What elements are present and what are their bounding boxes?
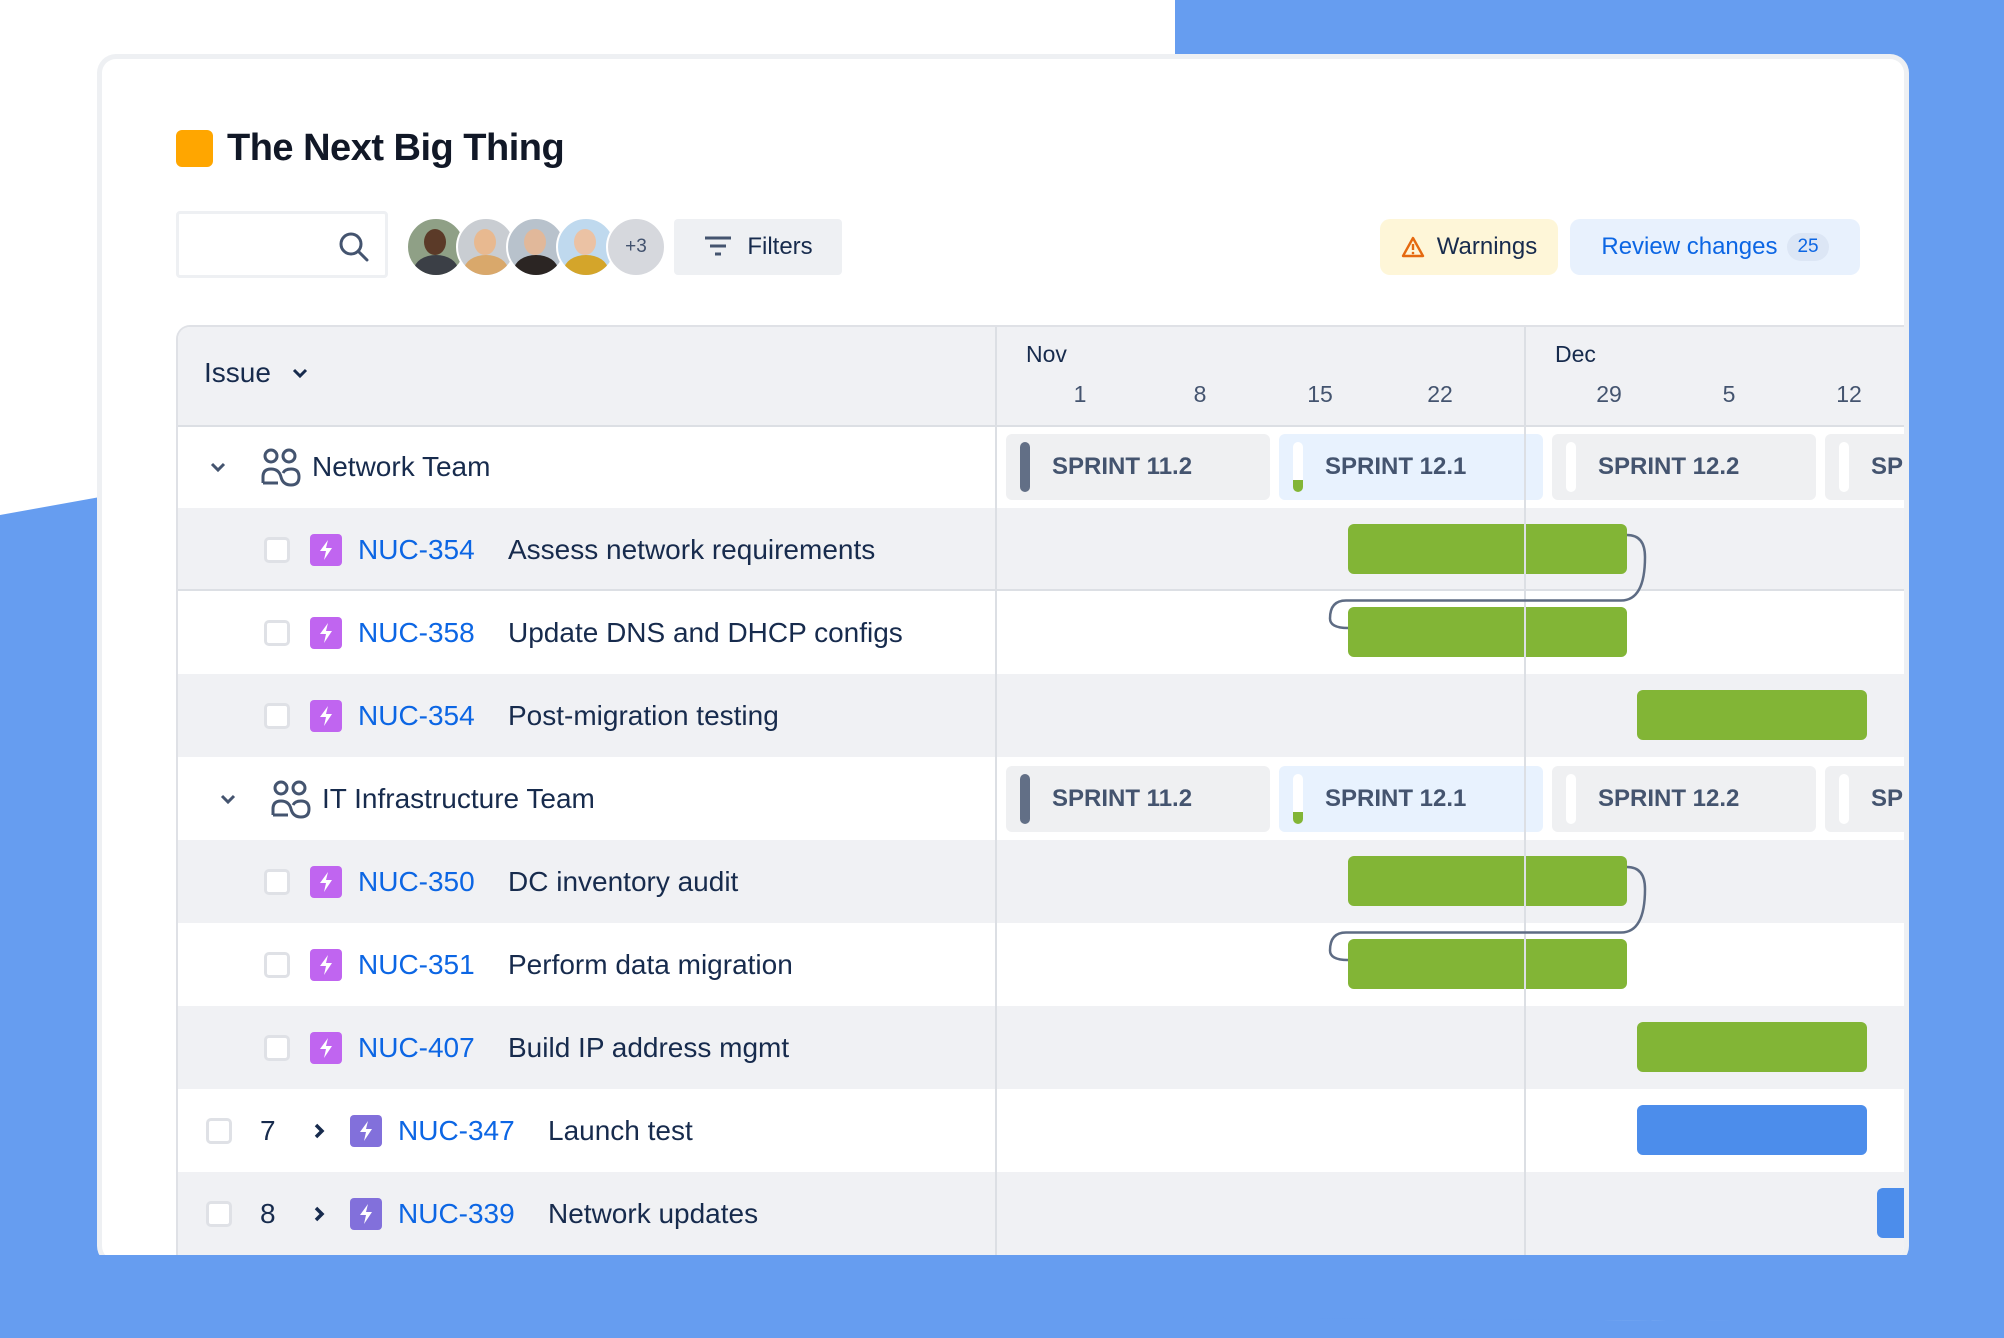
roadmap-card: The Next Big Thing +3 Filters Warnings R… (102, 59, 1904, 1260)
dependency-line[interactable] (1328, 533, 1647, 630)
dependency-layer (1328, 533, 1647, 962)
filters-button[interactable]: Filters (674, 219, 842, 275)
page-title: The Next Big Thing (176, 127, 565, 170)
review-changes-button[interactable]: Review changes 25 (1570, 219, 1860, 275)
dependency-line[interactable] (1328, 865, 1647, 962)
warnings-button[interactable]: Warnings (1380, 219, 1558, 275)
roadmap-table: Issue Nov Dec 1 8 15 22 29 5 12 Network … (176, 325, 1904, 1260)
review-changes-label: Review changes (1601, 233, 1778, 260)
warning-icon (1401, 236, 1424, 258)
review-count-badge: 25 (1787, 233, 1829, 261)
avatar-group[interactable]: +3 (406, 217, 666, 277)
search-input[interactable] (176, 211, 388, 278)
filters-label: Filters (747, 233, 813, 260)
warnings-label: Warnings (1436, 233, 1538, 260)
avatar-more[interactable]: +3 (606, 217, 666, 277)
project-title: The Next Big Thing (227, 127, 565, 169)
filter-icon (705, 236, 732, 256)
project-color-icon (176, 130, 213, 167)
search-icon (339, 232, 369, 262)
